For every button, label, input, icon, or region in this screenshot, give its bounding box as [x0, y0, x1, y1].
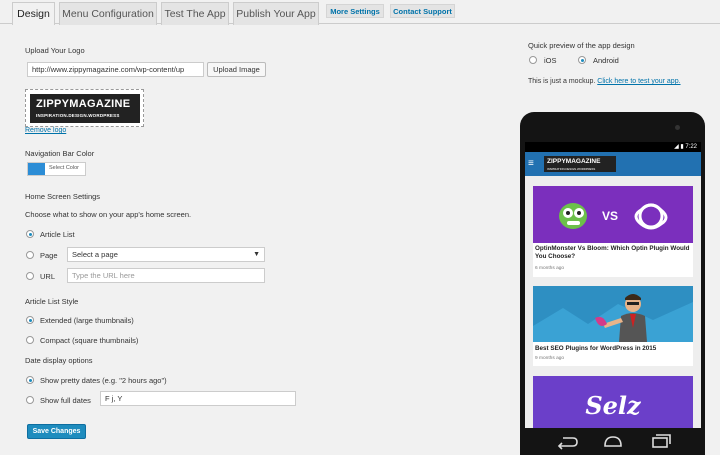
mockup-note: This is just a mockup. Click here to tes…	[528, 78, 681, 85]
logo-url-input[interactable]: http://www.zippymagazine.com/wp-content/…	[27, 62, 204, 77]
logo-image: ZIPPYMAGAZINE INSPIRATION.DESIGN.WORDPRE…	[30, 94, 140, 123]
dropdown-arrow-icon: ▼	[253, 251, 260, 258]
app-logo-text: ZIPPYMAGAZINE	[547, 158, 601, 165]
ios-label: iOS	[544, 56, 557, 65]
nav-color-label: Navigation Bar Color	[25, 149, 95, 158]
app-logo: ZIPPYMAGAZINE INSPIRATION.DESIGN.WORDPRE…	[544, 156, 616, 172]
upload-image-button[interactable]: Upload Image	[207, 62, 266, 77]
radio-url[interactable]	[26, 272, 34, 280]
compact-label: Compact (square thumbnails)	[40, 336, 139, 345]
preview-heading: Quick preview of the app design	[528, 41, 635, 50]
article-title: OptinMonster Vs Bloom: Which Optin Plugi…	[535, 245, 690, 260]
status-time: 7:22	[685, 144, 697, 150]
article-style-heading: Article List Style	[25, 297, 79, 306]
tab-more-settings[interactable]: More Settings	[326, 4, 384, 18]
date-format-input[interactable]: F j, Y	[100, 391, 296, 406]
select-color-label: Select Color	[49, 165, 79, 171]
logo-text: ZIPPYMAGAZINE	[36, 98, 131, 110]
radio-ios[interactable]	[529, 56, 537, 64]
phone-screen: ◢ ▮ 7:22 ≡ ZIPPYMAGAZINE INSPIRATION.DES…	[525, 142, 701, 428]
url-label: URL	[40, 272, 56, 281]
status-bar: ◢ ▮ 7:22	[525, 142, 701, 152]
article-thumbnail	[533, 286, 693, 342]
brand-text: Selz	[585, 391, 642, 420]
android-label: Android	[593, 56, 619, 65]
signal-icon: ◢ ▮	[674, 144, 686, 150]
back-icon	[557, 437, 578, 450]
tab-bar: Design Menu Configuration Test The App P…	[0, 0, 720, 25]
select-color-button[interactable]: Select Color	[27, 162, 86, 176]
logo-preview: ZIPPYMAGAZINE INSPIRATION.DESIGN.WORDPRE…	[25, 89, 144, 127]
article-time: 6 months ago	[535, 266, 565, 271]
url-input[interactable]: Type the URL here	[67, 268, 265, 283]
nav-buttons	[557, 434, 671, 450]
mockup-text: This is just a mockup.	[528, 78, 596, 85]
hamburger-menu-icon: ≡	[528, 158, 534, 169]
app-logo-tagline: INSPIRATION.DESIGN.WORDPRESS	[547, 167, 596, 171]
article-card: Best SEO Plugins for WordPress in 2015 9…	[533, 286, 693, 366]
test-app-link[interactable]: Click here to test your app.	[597, 78, 680, 85]
date-options-heading: Date display options	[25, 356, 93, 365]
article-card: VS OptinMonster Vs Bloom: Which Optin Pl…	[533, 186, 693, 277]
vs-text: VS	[602, 209, 618, 223]
article-thumbnail: Selz	[533, 376, 693, 428]
remove-logo-link[interactable]: Remove logo	[25, 127, 66, 134]
home-icon	[604, 436, 622, 447]
save-changes-button[interactable]: Save Changes	[27, 424, 86, 439]
page-select-value: Select a page	[72, 250, 118, 259]
tab-menu-configuration[interactable]: Menu Configuration	[59, 2, 157, 25]
radio-extended[interactable]	[26, 316, 34, 324]
upload-logo-label: Upload Your Logo	[25, 46, 85, 55]
radio-full-dates[interactable]	[26, 396, 34, 404]
article-list-label: Article List	[40, 230, 75, 239]
pretty-dates-label: Show pretty dates (e.g. "2 hours ago")	[40, 376, 167, 385]
logo-tagline: INSPIRATION.DESIGN.WORDPRESS	[36, 113, 120, 118]
radio-article-list[interactable]	[26, 230, 34, 238]
monster-icon	[559, 203, 587, 229]
full-dates-label: Show full dates	[40, 396, 91, 405]
recent-apps-icon	[652, 434, 671, 448]
article-thumbnail: VS	[533, 186, 693, 243]
tab-test-app[interactable]: Test The App	[161, 2, 229, 25]
color-swatch	[28, 163, 45, 175]
android-nav-bar	[525, 428, 701, 455]
camera-icon	[675, 125, 680, 130]
article-card: Selz	[533, 376, 693, 428]
page-label: Page	[40, 251, 58, 260]
home-screen-description: Choose what to show on your app's home s…	[25, 210, 192, 219]
radio-compact[interactable]	[26, 336, 34, 344]
radio-android[interactable]	[578, 56, 586, 64]
extended-label: Extended (large thumbnails)	[40, 316, 134, 325]
page-select[interactable]: Select a page ▼	[67, 247, 265, 262]
radio-page[interactable]	[26, 251, 34, 259]
app-nav-bar: ≡ ZIPPYMAGAZINE INSPIRATION.DESIGN.WORDP…	[525, 152, 701, 176]
tab-design[interactable]: Design	[12, 2, 55, 25]
article-title: Best SEO Plugins for WordPress in 2015	[535, 345, 657, 352]
tab-contact-support[interactable]: Contact Support	[390, 4, 455, 18]
tab-publish[interactable]: Publish Your App	[233, 2, 319, 25]
radio-pretty-dates[interactable]	[26, 376, 34, 384]
article-time: 9 months ago	[535, 356, 565, 361]
home-screen-heading: Home Screen Settings	[25, 192, 101, 201]
